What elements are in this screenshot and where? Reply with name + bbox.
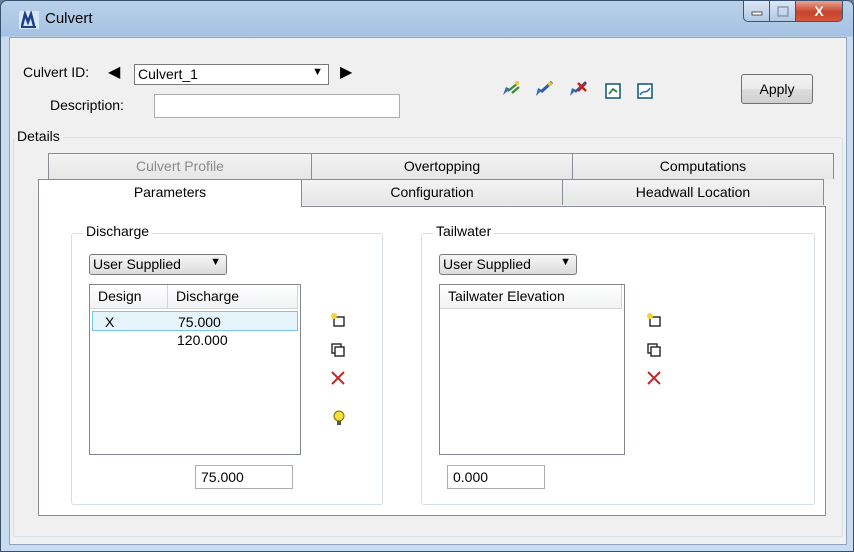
culvert-id-select[interactable]: Culvert_1 ▼	[134, 64, 329, 85]
row-design-cell: X	[105, 314, 115, 330]
tab-overtopping[interactable]: Overtopping	[311, 153, 573, 179]
discharge-table[interactable]: Design Discharge X 75.000 120.000	[89, 284, 301, 455]
chevron-down-icon: ▼	[210, 256, 221, 268]
close-icon: X	[814, 3, 824, 19]
minimize-button[interactable]	[743, 1, 770, 22]
delete-culvert-icon[interactable]	[567, 78, 589, 100]
tailwater-mode-value: User Supplied	[443, 256, 531, 272]
previous-culvert-icon[interactable]: ◀	[108, 62, 120, 82]
app-logo-icon	[19, 11, 39, 29]
report-icon[interactable]	[602, 80, 624, 102]
close-button[interactable]: X	[796, 1, 843, 22]
tab-parameters[interactable]: Parameters	[38, 179, 302, 207]
discharge-mode-select[interactable]: User Supplied ▼	[89, 254, 227, 275]
tailwater-table[interactable]: Tailwater Elevation	[439, 284, 625, 455]
details-label: Details	[14, 128, 63, 144]
edit-culvert-icon[interactable]	[533, 78, 555, 100]
copy-row-icon[interactable]	[329, 341, 347, 359]
apply-button[interactable]: Apply	[741, 74, 813, 104]
dialog-client-area: Culvert ID: ◀ Culvert_1 ▼ ▶ Description:…	[9, 37, 847, 545]
discharge-title: Discharge	[83, 223, 153, 239]
add-culvert-icon[interactable]	[500, 78, 522, 100]
column-header-discharge[interactable]: Discharge	[168, 285, 298, 309]
culvert-window: Culvert X Culvert ID: ◀ Culvert_1 ▼ ▶ De…	[0, 0, 854, 552]
window-title: Culvert	[45, 10, 93, 27]
tab-configuration[interactable]: Configuration	[301, 179, 563, 205]
maximize-icon	[776, 5, 789, 17]
tailwater-value-field[interactable]: 0.000	[447, 465, 545, 489]
discharge-value-field[interactable]: 75.000	[195, 465, 293, 489]
graph-icon[interactable]	[634, 80, 656, 102]
column-header-tailwater-elevation[interactable]: Tailwater Elevation	[440, 285, 622, 309]
copy-row-icon[interactable]	[645, 341, 663, 359]
maximize-button[interactable]	[770, 1, 796, 22]
description-label: Description:	[50, 97, 124, 113]
tab-culvert-profile: Culvert Profile	[48, 153, 312, 179]
minimize-icon	[751, 11, 762, 16]
delete-row-icon[interactable]	[329, 369, 347, 387]
title-bar[interactable]: Culvert X	[1, 1, 853, 37]
culvert-id-value: Culvert_1	[138, 66, 198, 82]
tailwater-mode-select[interactable]: User Supplied ▼	[439, 254, 577, 275]
tailwater-title: Tailwater	[433, 223, 495, 239]
chevron-down-icon: ▼	[560, 256, 571, 268]
culvert-id-label: Culvert ID:	[23, 64, 90, 80]
next-culvert-icon[interactable]: ▶	[340, 62, 352, 82]
description-field[interactable]	[154, 94, 400, 118]
table-row[interactable]: X 75.000	[92, 311, 298, 331]
delete-row-icon[interactable]	[645, 369, 663, 387]
column-header-design[interactable]: Design	[90, 285, 168, 309]
parameters-panel: Discharge User Supplied ▼ Design Dischar…	[38, 206, 826, 516]
table-row[interactable]: 120.000	[92, 330, 298, 350]
add-row-icon[interactable]	[329, 311, 347, 329]
hint-bulb-icon[interactable]	[330, 409, 348, 427]
row-discharge-cell: 120.000	[177, 332, 228, 348]
add-row-icon[interactable]	[645, 311, 663, 329]
tab-computations[interactable]: Computations	[572, 153, 834, 179]
row-discharge-cell: 75.000	[178, 314, 221, 330]
chevron-down-icon: ▼	[312, 66, 323, 78]
tab-headwall-location[interactable]: Headwall Location	[562, 179, 824, 205]
discharge-mode-value: User Supplied	[93, 256, 181, 272]
